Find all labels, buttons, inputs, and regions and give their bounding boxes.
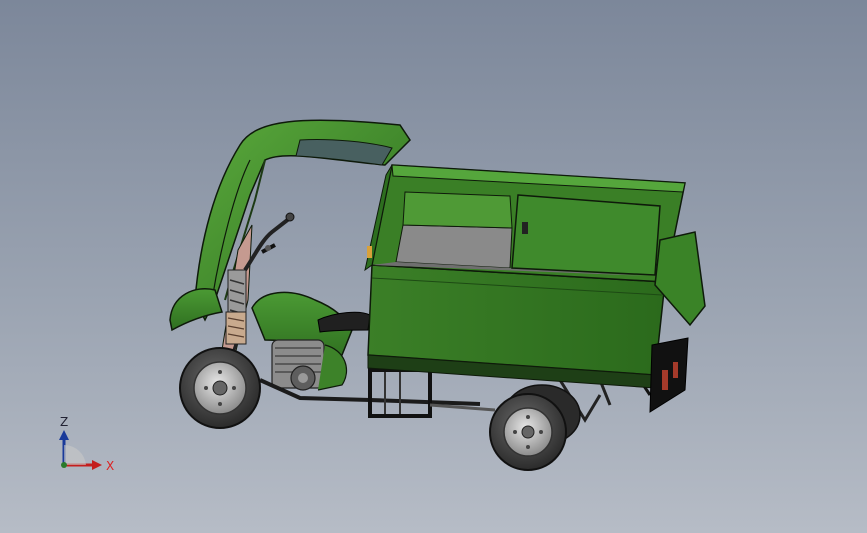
handlebar[interactable] xyxy=(243,212,295,272)
coordinate-triad: Z X xyxy=(59,415,114,473)
front-fender[interactable] xyxy=(169,288,223,332)
cargo-box[interactable] xyxy=(364,164,706,413)
cargo-door xyxy=(511,194,661,276)
x-axis-label: X xyxy=(106,459,114,473)
tricycle-model[interactable] xyxy=(0,0,867,533)
front-wheel[interactable] xyxy=(179,347,261,429)
z-axis-label: Z xyxy=(60,415,68,429)
door-handle[interactable] xyxy=(522,222,528,234)
rear-wheel-left[interactable] xyxy=(489,393,567,471)
cad-viewport[interactable]: Z X xyxy=(0,0,867,533)
